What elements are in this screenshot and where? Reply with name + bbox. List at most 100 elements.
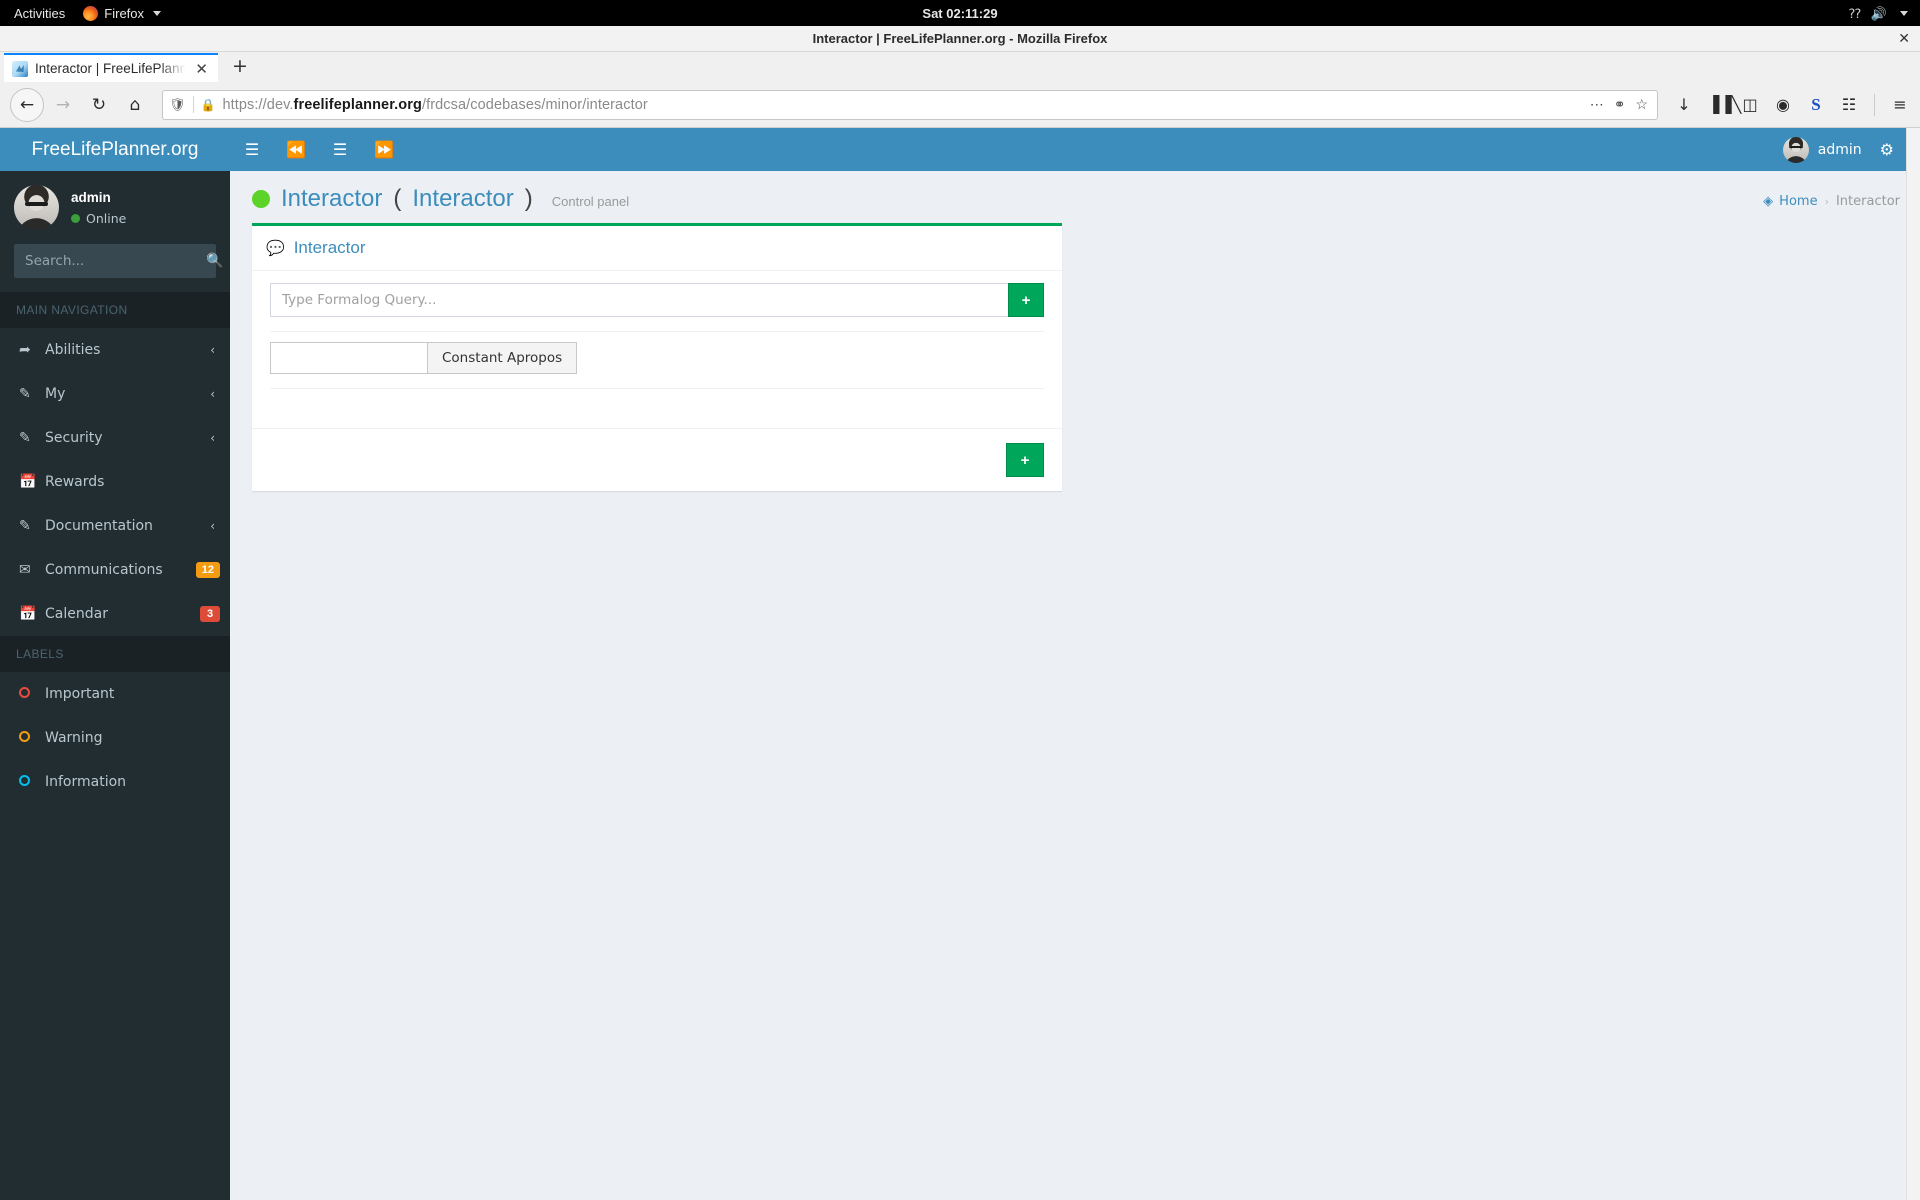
app-menu-icon[interactable]: ≡ [1890, 96, 1910, 113]
sidebar-item-label: Security [45, 430, 103, 446]
close-icon[interactable]: ✕ [193, 60, 210, 78]
sidebar-item-abilities[interactable]: ➦ Abilities ‹ [0, 328, 230, 372]
paren-close: ) [524, 185, 533, 212]
skype-icon[interactable]: S [1806, 96, 1826, 113]
archive-icon[interactable]: ☷ [1839, 96, 1859, 113]
system-menu-chevron-icon[interactable] [1900, 10, 1908, 16]
bookmark-star-icon[interactable]: ☆ [1635, 96, 1648, 113]
volume-icon[interactable]: 🔊 [1871, 7, 1887, 20]
constant-apropos-button[interactable]: Constant Apropos [428, 342, 578, 374]
window-close-button[interactable]: ✕ [1898, 30, 1910, 47]
url-bar[interactable]: 🛡 🔒 https://dev.freelifeplanner.org/frdc… [162, 89, 1658, 120]
edit-icon: ✎ [19, 386, 31, 402]
submit-query-button[interactable]: + [1008, 283, 1044, 317]
forward-button[interactable]: → [46, 88, 80, 122]
url-actions: ⋯ ⚭ ☆ [1590, 96, 1651, 113]
breadcrumb-home[interactable]: ◈ Home [1763, 194, 1817, 209]
library-icon[interactable]: ▐▐╲ [1707, 96, 1741, 113]
system-tray[interactable]: ⁇ 🔊 [1849, 7, 1920, 20]
page-title-text[interactable]: Interactor [281, 185, 382, 213]
url-input[interactable]: https://dev.freelifeplanner.org/frdcsa/c… [222, 97, 1582, 113]
firefox-icon [83, 5, 99, 21]
avatar [1782, 136, 1809, 163]
keyboard-indicator-icon[interactable]: ⁇ [1849, 7, 1861, 20]
divider [1874, 93, 1875, 116]
user-menu[interactable]: admin [1771, 136, 1874, 163]
sidebar-label-warning[interactable]: Warning [0, 716, 230, 760]
interactor-box: 💬 Interactor + Constant Apropos [252, 223, 1062, 491]
constant-apropos-input[interactable] [270, 342, 428, 374]
box-title[interactable]: Interactor [294, 238, 366, 258]
desktop-top-bar: Activities Firefox Sat 02:11:29 ⁇ 🔊 [0, 0, 1920, 26]
sidebar-item-rewards[interactable]: 📅 Rewards [0, 460, 230, 504]
sidebar-item-my[interactable]: ✎ My ‹ [0, 372, 230, 416]
top-navbar: ☰ ⏪ ☰ ⏩ admin ⚙ [230, 128, 1920, 171]
user-status: Online [71, 211, 126, 226]
page-scrollbar[interactable] [1906, 128, 1920, 1200]
lock-icon[interactable]: 🔒 [201, 98, 216, 112]
fast-backward-icon[interactable]: ⏪ [274, 128, 318, 171]
search-input[interactable] [15, 253, 206, 269]
sidebar-item-label: Rewards [45, 474, 105, 490]
chevron-down-icon [153, 10, 162, 16]
calendar-icon: 📅 [19, 606, 37, 622]
avatar [14, 185, 59, 230]
sidebar: FreeLifePlanner.org admin Online 🔍 MAIN [0, 128, 230, 1200]
sidebar-item-documentation[interactable]: ✎ Documentation ‹ [0, 504, 230, 548]
formalog-query-input[interactable] [270, 283, 1008, 317]
app-menu-label: Firefox [104, 5, 145, 21]
breadcrumb: ◈ Home › Interactor [1763, 185, 1900, 209]
activities-button[interactable]: Activities [0, 6, 77, 21]
sidebar-item-security[interactable]: ✎ Security ‹ [0, 416, 230, 460]
clock[interactable]: Sat 02:11:29 [0, 6, 1920, 21]
paren-open: ( [393, 185, 402, 212]
sidebar-item-communications[interactable]: ✉ Communications 12 [0, 548, 230, 592]
page-title-alt[interactable]: Interactor [412, 185, 513, 213]
downloads-icon[interactable]: ↓ [1674, 96, 1694, 113]
content-body: 💬 Interactor + Constant Apropos [230, 223, 1920, 511]
formalog-query-group: + [270, 283, 1044, 317]
add-row-button[interactable]: + [1006, 443, 1044, 477]
sidebar-item-calendar[interactable]: 📅 Calendar 3 [0, 592, 230, 636]
box-header: 💬 Interactor [252, 226, 1062, 270]
fast-forward-icon[interactable]: ⏩ [362, 128, 406, 171]
breadcrumb-home-label: Home [1779, 194, 1818, 209]
navigation-toolbar: ← → ↻ ⌂ 🛡 🔒 https://dev.freelifeplanner.… [0, 82, 1920, 128]
page-subtitle: Control panel [551, 194, 630, 209]
sidebar-user-panel[interactable]: admin Online [0, 171, 230, 244]
circle-outline-icon [19, 774, 45, 790]
circle-outline-icon [19, 730, 45, 746]
gears-icon[interactable]: ⚙ [1874, 140, 1908, 159]
pocket-icon[interactable]: ⚭ [1614, 96, 1626, 113]
sidebar-item-label: Abilities [45, 342, 101, 358]
nav-section-header-main: MAIN NAVIGATION [0, 292, 230, 328]
sidebar-icon[interactable]: ◫ [1740, 96, 1760, 113]
sidebar-toggle-button[interactable]: ☰ [230, 128, 274, 171]
account-icon[interactable]: ◉ [1773, 96, 1793, 113]
box-body: + Constant Apropos [252, 271, 1062, 428]
tab-bar: Interactor | FreeLifePlanner.org ✕ + [0, 52, 1920, 82]
user-status-label: Online [86, 210, 127, 226]
envelope-icon: ✉ [19, 562, 31, 578]
tab-title: Interactor | FreeLifePlanner.org [35, 61, 187, 76]
chevron-left-icon: ‹ [210, 343, 215, 357]
new-tab-button[interactable]: + [218, 53, 262, 82]
sidebar-label-important[interactable]: Important [0, 672, 230, 716]
breadcrumb-current: Interactor [1835, 194, 1900, 209]
content-area: ☰ ⏪ ☰ ⏩ admin ⚙ Interactor ( Interactor … [230, 128, 1920, 1200]
home-button[interactable]: ⌂ [118, 88, 152, 122]
reload-button[interactable]: ↻ [82, 88, 116, 122]
circle-outline-icon [19, 686, 45, 702]
align-list-icon[interactable]: ☰ [318, 128, 362, 171]
sidebar-search[interactable]: 🔍 [14, 244, 223, 278]
shield-icon[interactable]: 🛡 [169, 97, 186, 113]
chevron-left-icon: ‹ [210, 387, 215, 401]
badge-count: 3 [200, 606, 220, 622]
back-button[interactable]: ← [10, 87, 44, 122]
sidebar-label-information[interactable]: Information [0, 760, 230, 804]
app-menu-firefox[interactable]: Firefox [77, 5, 167, 21]
sidebar-brand[interactable]: FreeLifePlanner.org [0, 128, 230, 171]
page-actions-icon[interactable]: ⋯ [1590, 96, 1604, 113]
browser-tab-interactor[interactable]: Interactor | FreeLifePlanner.org ✕ [4, 53, 218, 82]
search-icon[interactable]: 🔍 [206, 253, 223, 269]
